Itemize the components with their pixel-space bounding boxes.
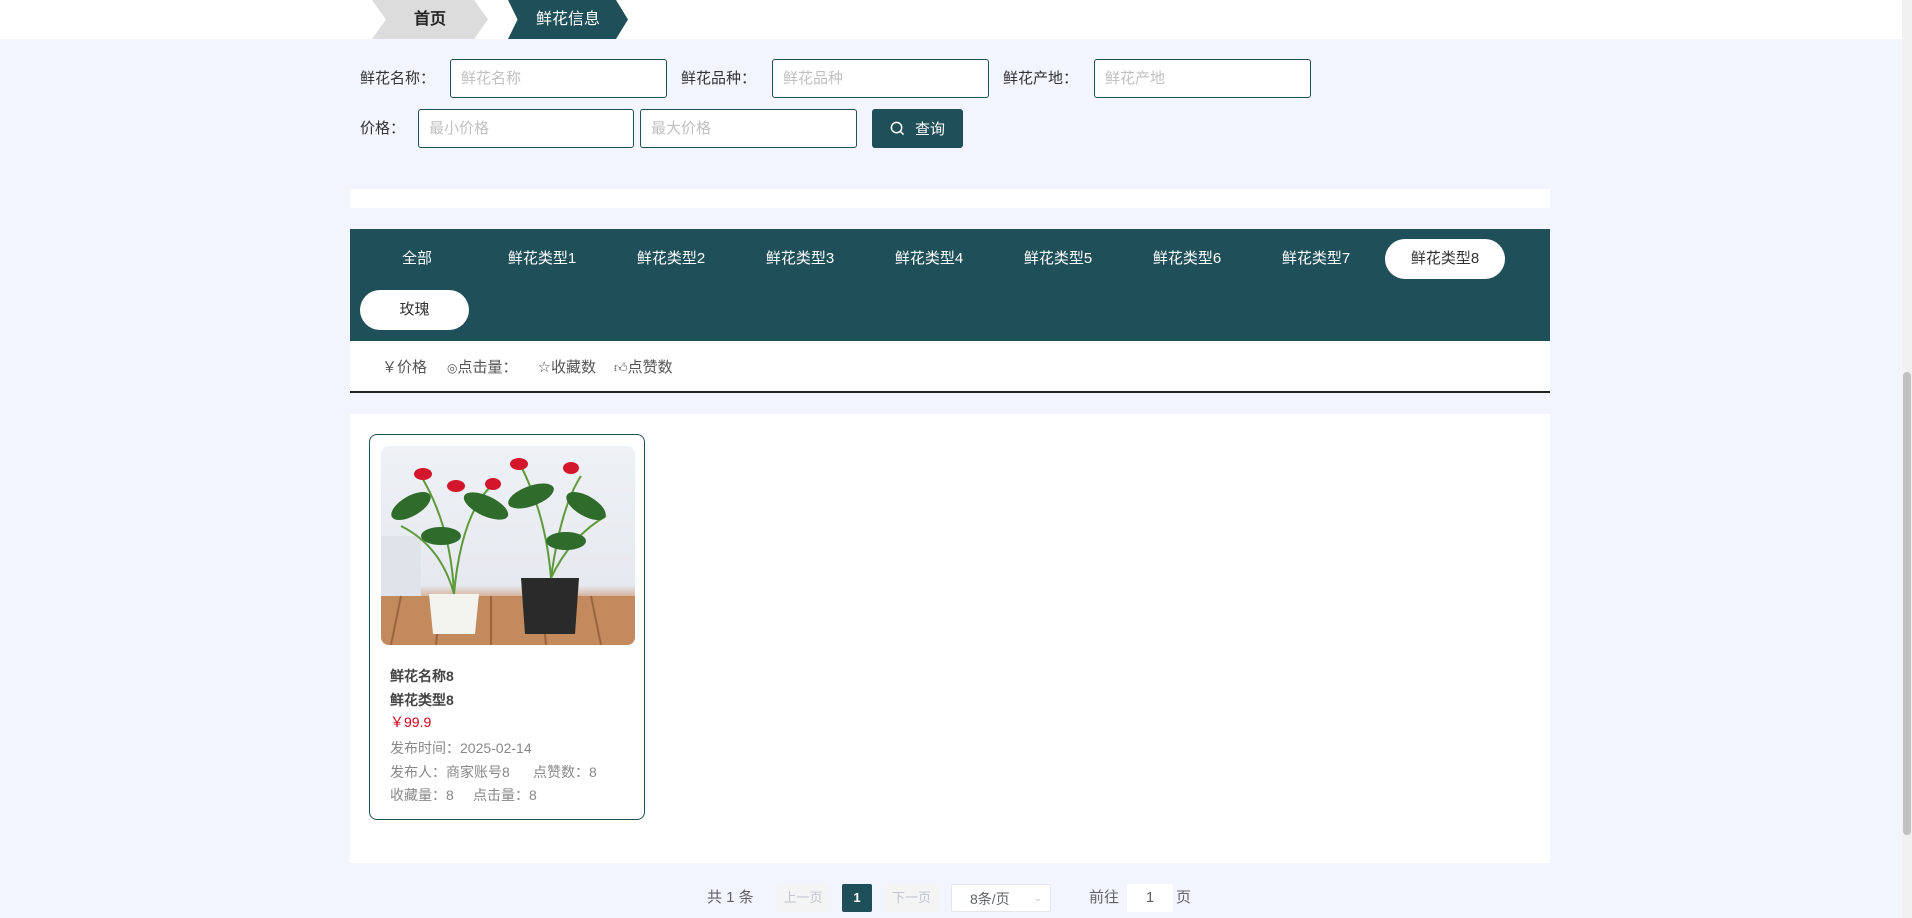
product-clicks: 点击量：8 (473, 787, 537, 803)
query-button[interactable]: 查询 (872, 109, 963, 148)
product-card[interactable]: 鲜花名称8 鲜花类型8 ￥99.9 发布时间：2025-02-14 发布人：商家… (369, 434, 645, 820)
query-label: 查询 (914, 121, 945, 138)
tab-type-4[interactable]: 鲜花类型4 (869, 239, 989, 279)
sort-likes-label: 点赞数 (627, 358, 673, 376)
page-size-select[interactable]: 8条/页 ⌄ (951, 884, 1051, 912)
goto-label: 前往 (1089, 889, 1120, 906)
sort-favorites-label: 收藏数 (550, 358, 596, 376)
eye-icon: ◎ (447, 360, 458, 375)
product-image[interactable] (381, 446, 635, 645)
sort-clicks-label: 点击量： (457, 358, 518, 376)
min-price-input[interactable] (418, 109, 634, 148)
sort-likes[interactable]: 👍︎点赞数 (614, 356, 673, 377)
pagination-total: 共 1 条 (707, 889, 754, 906)
page-1-button[interactable]: 1 (842, 884, 872, 912)
product-publisher: 发布人：商家账号8 (390, 764, 510, 780)
tab-type-8[interactable]: 鲜花类型8 (1385, 239, 1505, 279)
sort-price[interactable]: ￥价格 (382, 356, 427, 377)
breadcrumb-current: 鲜花信息 (508, 0, 628, 39)
chevron-down-icon: ⌄ (1033, 893, 1042, 904)
tab-type-2[interactable]: 鲜花类型2 (611, 239, 731, 279)
product-publish-time: 发布时间：2025-02-14 (390, 740, 532, 756)
scrollbar-thumb[interactable] (1903, 372, 1911, 835)
goto-suffix: 页 (1176, 889, 1192, 906)
star-icon: ☆ (537, 358, 551, 376)
origin-label: 鲜花产地： (1003, 70, 1079, 87)
breadcrumb-home[interactable]: 首页 (372, 0, 488, 39)
tab-type-7[interactable]: 鲜花类型7 (1256, 239, 1376, 279)
top-bar (0, 0, 1912, 39)
price-label: 价格： (360, 120, 406, 137)
search-icon (890, 121, 905, 136)
name-input[interactable] (450, 59, 667, 98)
category-tabs: 全部 鲜花类型1 鲜花类型2 鲜花类型3 鲜花类型4 鲜花类型5 鲜花类型6 鲜… (350, 229, 1550, 341)
product-type: 鲜花类型8 (390, 692, 454, 708)
prev-page-button[interactable]: 上一页 (777, 884, 829, 912)
max-price-input[interactable] (640, 109, 857, 148)
product-favorites: 收藏量：8 (390, 787, 454, 803)
next-page-button[interactable]: 下一页 (884, 884, 939, 912)
variety-input[interactable] (772, 59, 989, 98)
sort-clicks[interactable]: ◎点击量： (447, 356, 518, 377)
variety-label: 鲜花品种： (681, 70, 757, 87)
product-price: ￥99.9 (390, 714, 432, 730)
sort-favorites[interactable]: ☆收藏数 (538, 356, 596, 377)
flower-photo (381, 458, 635, 645)
name-label: 鲜花名称： (360, 70, 436, 87)
goto-page-input[interactable] (1127, 884, 1173, 912)
tab-type-5[interactable]: 鲜花类型5 (998, 239, 1118, 279)
page-size-value: 8条/页 (970, 891, 1010, 907)
origin-input[interactable] (1094, 59, 1311, 98)
divider-strip (350, 189, 1550, 208)
tab-all[interactable]: 全部 (357, 239, 477, 279)
product-likes: 点赞数：8 (533, 764, 597, 780)
tab-rose[interactable]: 玫瑰 (360, 290, 469, 330)
product-name: 鲜花名称8 (390, 668, 454, 684)
thumbs-up-icon: 👍︎ (613, 359, 628, 375)
tab-type-6[interactable]: 鲜花类型6 (1127, 239, 1247, 279)
tab-type-1[interactable]: 鲜花类型1 (482, 239, 602, 279)
sort-bar: ￥价格 ◎点击量： ☆收藏数 👍︎点赞数 (350, 341, 1550, 393)
tab-type-3[interactable]: 鲜花类型3 (740, 239, 860, 279)
